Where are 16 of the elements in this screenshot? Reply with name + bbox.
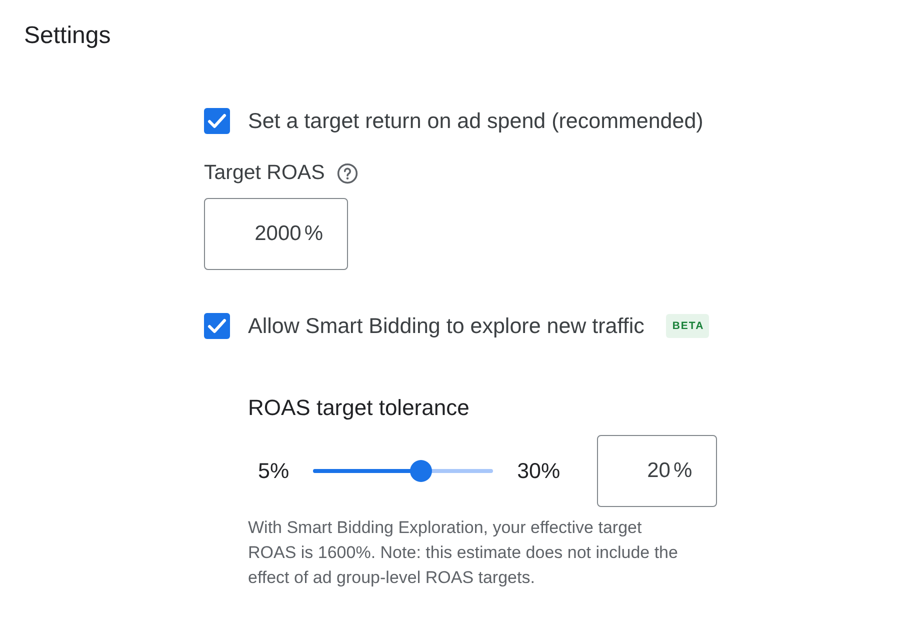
slider-max-label: 30% bbox=[517, 458, 560, 485]
help-icon[interactable] bbox=[336, 162, 358, 184]
beta-tag: BETA bbox=[666, 314, 710, 338]
tolerance-field[interactable]: 20% bbox=[597, 435, 718, 507]
field-label: Target ROAS bbox=[204, 160, 325, 186]
checked-checkbox[interactable] bbox=[204, 108, 230, 134]
slider-min-label: 5% bbox=[258, 458, 290, 485]
checkbox-label[interactable]: Set a target return on ad spend (recommended) bbox=[248, 104, 704, 138]
page-title: Settings bbox=[23, 21, 112, 50]
checked-checkbox[interactable] bbox=[204, 313, 230, 339]
help-text: With Smart Bidding Exploration, your effective target ROAS is 1600%. Note: this estimate does not include the effect of ad group-level ROAS targets. bbox=[248, 517, 679, 589]
tolerance-slider[interactable] bbox=[313, 460, 494, 482]
target-roas-field[interactable]: 2000% bbox=[204, 198, 348, 270]
checkbox-label[interactable]: Allow Smart Bidding to explore new traffic bbox=[248, 310, 644, 342]
section-heading: ROAS target tolerance bbox=[248, 395, 470, 421]
slider-thumb[interactable] bbox=[410, 460, 432, 482]
